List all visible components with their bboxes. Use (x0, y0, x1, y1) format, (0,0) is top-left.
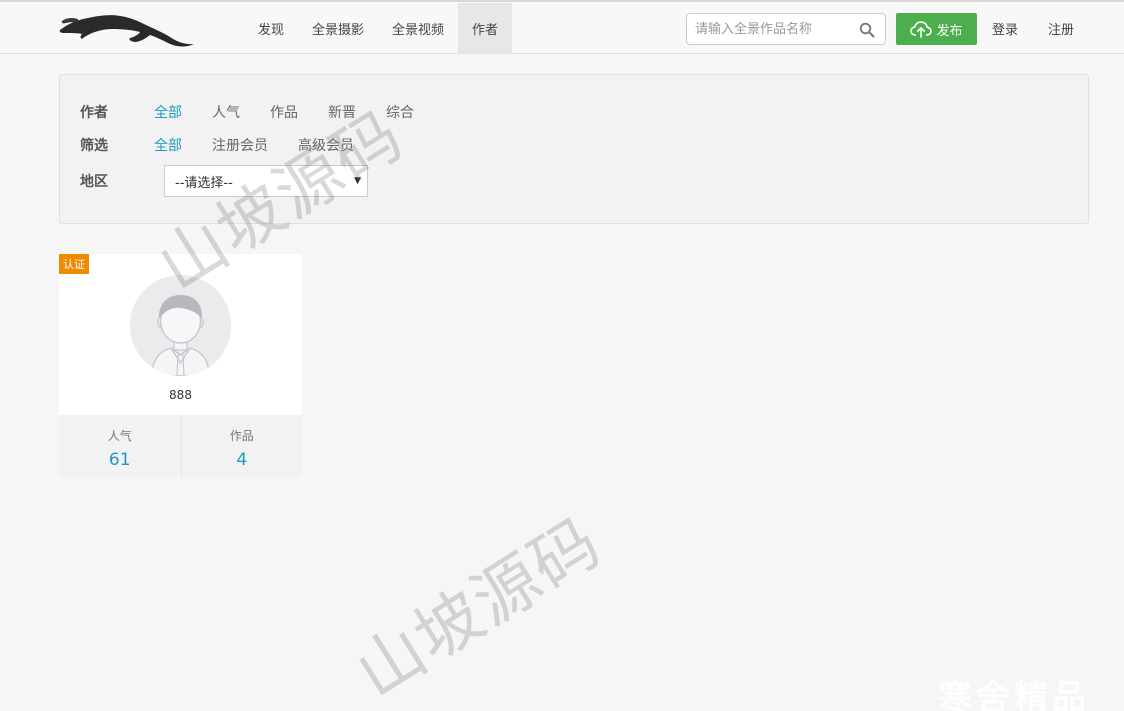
author-option-overall[interactable]: 综合 (386, 102, 414, 122)
header-divider (0, 0, 1124, 2)
author-card[interactable]: 认证 888 人气 61 作品 4 (59, 254, 302, 477)
works-value: 4 (236, 450, 248, 470)
caret-down-icon: ▼ (354, 176, 361, 186)
region-select[interactable]: --请选择-- ▼ (164, 165, 368, 197)
author-stats: 人气 61 作品 4 (59, 415, 302, 477)
watermark-text: 山坡源码 (343, 502, 615, 711)
author-filter-label: 作者 (80, 105, 108, 121)
publish-label: 发布 (936, 23, 963, 39)
nav-panorama-video[interactable]: 全景视频 (378, 3, 458, 53)
popularity-stat: 人气 61 (59, 415, 181, 477)
author-name[interactable]: 888 (59, 388, 302, 402)
author-option-popular[interactable]: 人气 (212, 102, 240, 122)
membership-filter-label: 筛选 (80, 138, 108, 154)
cloud-upload-icon (910, 21, 933, 38)
author-option-all[interactable]: 全部 (154, 102, 182, 122)
popularity-label: 人气 (107, 429, 132, 443)
author-option-works[interactable]: 作品 (270, 102, 298, 122)
corner-watermark: 寒舍精品 (938, 678, 1090, 711)
nav-authors[interactable]: 作者 (458, 3, 513, 53)
region-select-value: --请选择-- (175, 175, 233, 191)
region-filter-label: 地区 (80, 174, 108, 190)
works-stat: 作品 4 (180, 415, 303, 477)
nav-discover[interactable]: 发现 (244, 3, 298, 53)
membership-filter-row: 筛选 全部 注册会员 高级会员 (80, 135, 384, 155)
region-filter-row: 地区 --请选择-- ▼ (80, 165, 368, 197)
filter-panel: 作者 全部 人气 作品 新晋 综合 筛选 全部 注册会员 高级会员 地区 --请… (59, 74, 1089, 224)
nav-panorama-photo[interactable]: 全景摄影 (298, 3, 378, 53)
author-filter-row: 作者 全部 人气 作品 新晋 综合 (80, 102, 444, 122)
popularity-value: 61 (108, 450, 131, 470)
search-input[interactable] (695, 20, 855, 38)
login-link[interactable]: 登录 (992, 19, 1018, 38)
membership-option-registered[interactable]: 注册会员 (212, 135, 268, 155)
top-header: 发现 全景摄影 全景视频 作者 发布 登录 注册 (0, 0, 1124, 54)
search-icon[interactable] (859, 22, 875, 38)
register-link[interactable]: 注册 (1048, 19, 1074, 38)
panther-logo[interactable] (58, 4, 198, 50)
search-box (686, 13, 886, 45)
works-label: 作品 (229, 429, 254, 443)
publish-button[interactable]: 发布 (896, 13, 977, 45)
default-avatar[interactable] (130, 275, 231, 376)
author-option-new[interactable]: 新晋 (328, 102, 356, 122)
verified-badge: 认证 (59, 254, 89, 274)
main-nav: 发现 全景摄影 全景视频 作者 (244, 3, 513, 53)
membership-option-premium[interactable]: 高级会员 (298, 135, 354, 155)
membership-option-all[interactable]: 全部 (154, 135, 182, 155)
